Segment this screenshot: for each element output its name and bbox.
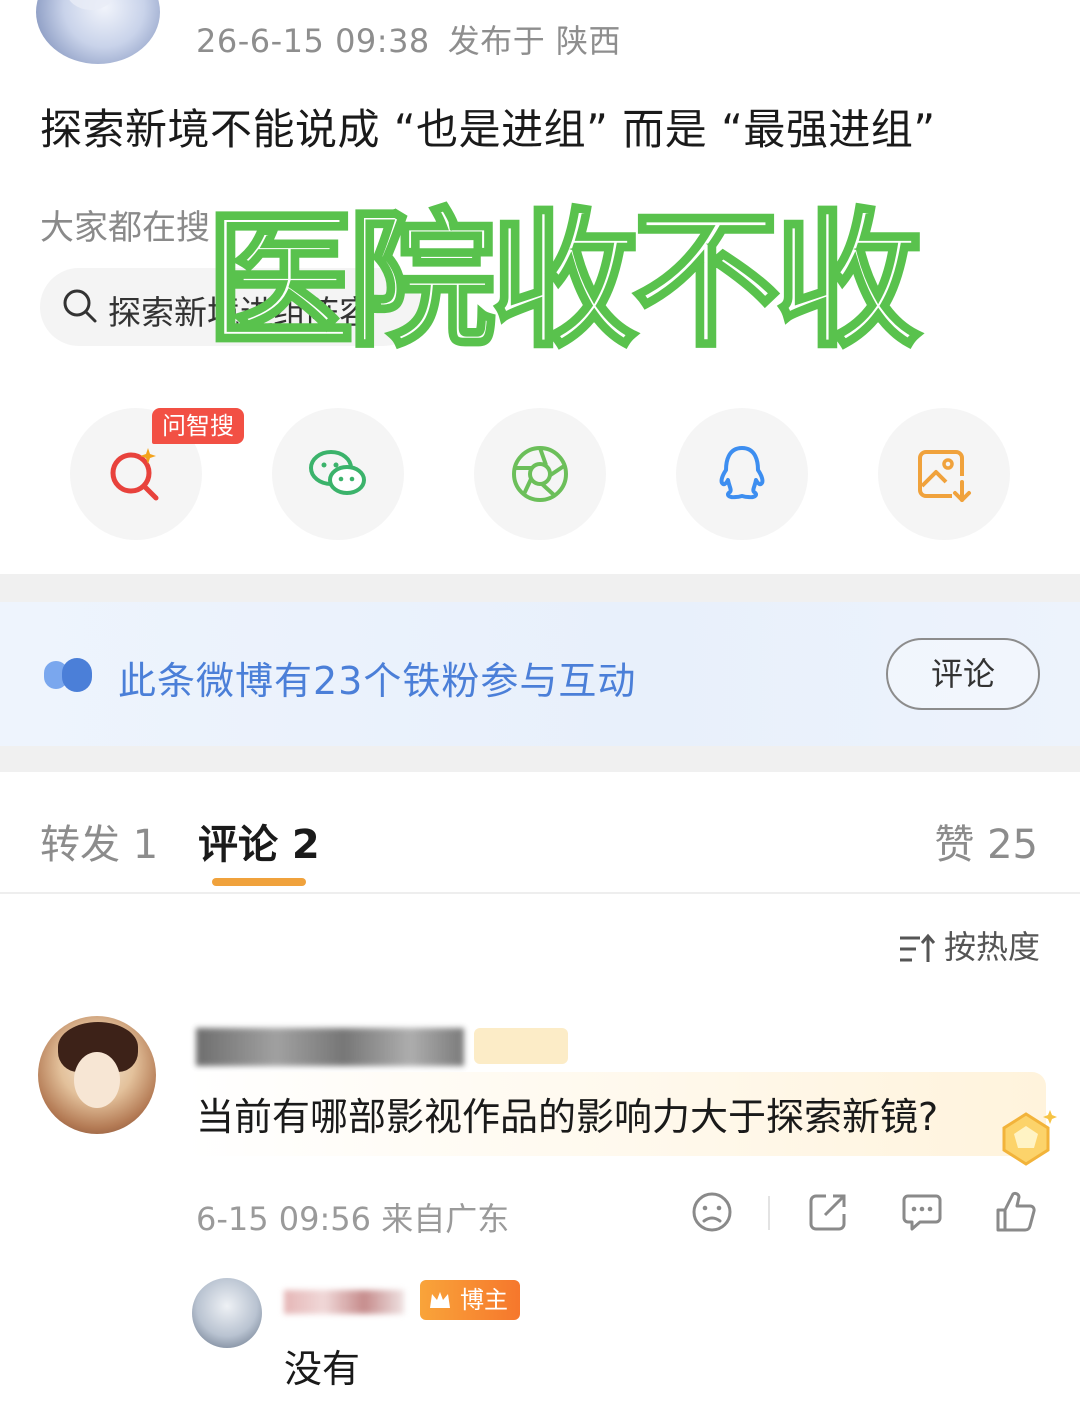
replier-avatar[interactable] bbox=[192, 1278, 262, 1348]
post-location: 发布于 陕西 bbox=[447, 22, 621, 60]
fans-comment-button[interactable]: 评论 bbox=[886, 638, 1040, 710]
active-tab-indicator bbox=[212, 878, 306, 886]
like-icon[interactable] bbox=[994, 1190, 1038, 1234]
tab-likes[interactable]: 赞 25 bbox=[934, 812, 1038, 870]
save-image-icon bbox=[918, 450, 971, 502]
comment-meta: 6-15 09:56 来自广东 bbox=[196, 1200, 510, 1238]
dislike-face-icon[interactable] bbox=[690, 1190, 734, 1234]
overlay-caption: 医院收不收 bbox=[204, 193, 924, 369]
sort-by-heat-button[interactable]: 按热度 bbox=[898, 922, 1040, 966]
sort-label: 按热度 bbox=[943, 928, 1040, 966]
commenter-avatar[interactable] bbox=[38, 1016, 156, 1134]
gem-decoration-icon bbox=[1002, 1110, 1057, 1166]
tab-comments[interactable]: 评论 2 bbox=[198, 812, 320, 870]
wechat-share-button[interactable] bbox=[272, 408, 404, 540]
moments-share-button[interactable] bbox=[474, 408, 606, 540]
qq-icon bbox=[719, 446, 765, 500]
qq-share-button[interactable] bbox=[676, 408, 808, 540]
interaction-tabs: 转发 1 评论 2 赞 25 bbox=[0, 772, 1080, 894]
tab-repost[interactable]: 转发 1 bbox=[40, 812, 158, 870]
author-badge-label: 博主 bbox=[460, 1286, 508, 1314]
replier-name-redacted[interactable] bbox=[284, 1290, 404, 1314]
author-avatar[interactable] bbox=[36, 0, 160, 64]
author-badge: 博主 bbox=[420, 1280, 520, 1320]
post-timestamp: 26-6-15 09:38 bbox=[196, 22, 430, 60]
ai-search-icon bbox=[110, 448, 159, 501]
reply-icon[interactable] bbox=[900, 1190, 944, 1234]
save-image-button[interactable] bbox=[878, 408, 1010, 540]
wechat-icon bbox=[309, 450, 366, 495]
action-separator bbox=[768, 1196, 770, 1230]
reply-item: 博主 没有 bbox=[0, 1266, 1080, 1420]
section-divider bbox=[0, 574, 1080, 602]
post-header: 26-6-15 09:38 发布于 陕西 bbox=[0, 0, 1080, 70]
comment-text: 当前有哪部影视作品的影响力大于探索新镜? bbox=[196, 1095, 939, 1139]
fans-banner-text: 此条微博有23个铁粉参与互动 bbox=[118, 659, 637, 703]
fans-icon bbox=[44, 658, 92, 692]
post-text: 探索新境不能说成 “也是进组” 而是 “最强进组” bbox=[40, 105, 936, 154]
commenter-level-badge bbox=[474, 1028, 568, 1064]
search-icon bbox=[63, 289, 97, 323]
fans-interaction-banner[interactable]: 此条微博有23个铁粉参与互动 评论 bbox=[0, 602, 1080, 746]
ai-search-badge: 问智搜 bbox=[152, 408, 244, 444]
share-icon[interactable] bbox=[806, 1190, 850, 1234]
post-meta: 26-6-15 09:38 发布于 陕西 bbox=[196, 16, 621, 62]
moments-icon bbox=[512, 446, 568, 502]
section-divider-2 bbox=[0, 746, 1080, 772]
share-row: 问智搜 bbox=[0, 408, 1080, 542]
reply-text: 没有 bbox=[284, 1347, 361, 1391]
search-section-title: 大家都在搜 bbox=[40, 208, 210, 248]
author-badge-icon bbox=[430, 1292, 450, 1308]
sort-icon bbox=[899, 933, 936, 962]
comment-item: 当前有哪部影视作品的影响力大于探索新镜? 6-15 09:56 来自广东 bbox=[0, 1010, 1080, 1240]
commenter-name-redacted[interactable] bbox=[196, 1028, 464, 1066]
